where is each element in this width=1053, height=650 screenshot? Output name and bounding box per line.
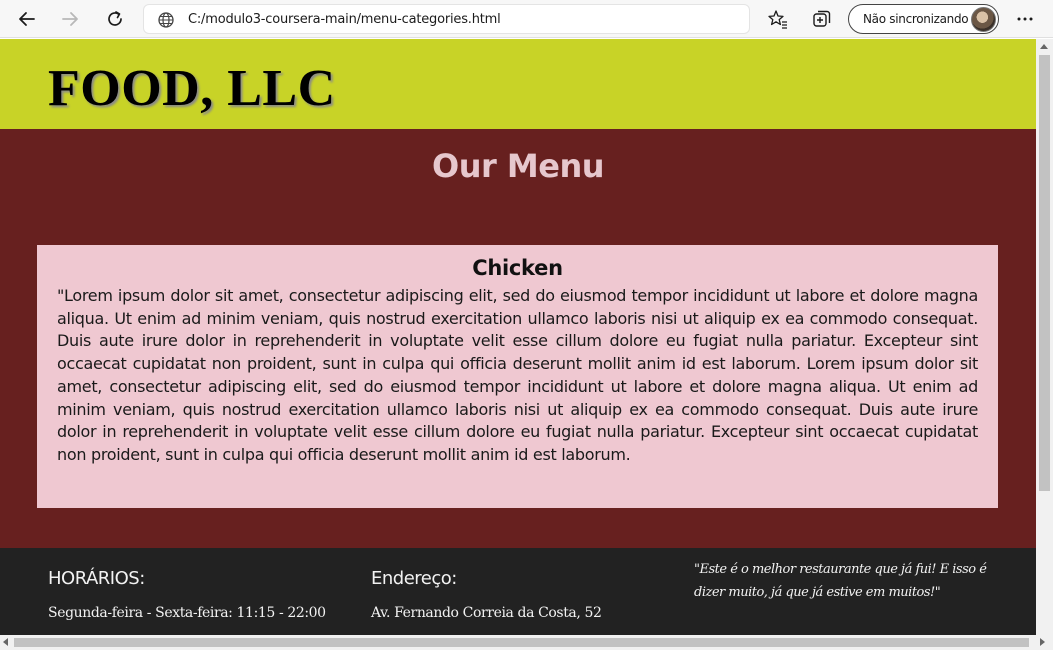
browser-toolbar: C:/modulo3-coursera-main/menu-categories… xyxy=(0,0,1053,38)
site-header: FOOD, LLC xyxy=(0,39,1036,129)
scroll-left-arrow-icon[interactable] xyxy=(3,638,8,646)
sync-status-label: Não sincronizando xyxy=(863,12,969,26)
refresh-button[interactable] xyxy=(101,5,129,33)
scroll-up-arrow-icon[interactable] xyxy=(1040,44,1048,49)
site-footer: HORÁRIOS: Segunda-feira - Sexta-feira: 1… xyxy=(0,548,1036,635)
vertical-scroll-thumb[interactable] xyxy=(1039,55,1050,491)
avatar xyxy=(971,7,996,32)
page-title: Our Menu xyxy=(431,147,605,185)
more-dots-icon[interactable] xyxy=(1014,8,1036,30)
forward-arrow-icon xyxy=(62,12,78,26)
back-button[interactable] xyxy=(13,5,41,33)
vertical-scrollbar[interactable] xyxy=(1036,39,1053,635)
page-viewport: FOOD, LLC Our Menu Chicken "Lorem ipsum … xyxy=(0,39,1036,635)
hours-text: Segunda-feira - Sexta-feira: 11:15 - 22:… xyxy=(48,605,326,621)
menu-category-card: Chicken "Lorem ipsum dolor sit amet, con… xyxy=(37,245,998,508)
address-text: Av. Fernando Correia da Costa, 52 xyxy=(371,605,602,621)
category-description: "Lorem ipsum dolor sit amet, consectetur… xyxy=(57,286,978,464)
horizontal-scroll-thumb[interactable] xyxy=(14,638,1029,647)
back-arrow-icon xyxy=(19,12,35,26)
refresh-icon xyxy=(108,11,122,26)
scroll-right-arrow-icon[interactable] xyxy=(1040,638,1045,646)
horizontal-scrollbar[interactable] xyxy=(0,635,1053,650)
address-heading: Endereço: xyxy=(371,568,457,589)
testimonial-quote: "Este é o melhor restaurante que já fui!… xyxy=(694,562,987,600)
brand-logo-text[interactable]: FOOD, LLC xyxy=(48,59,336,119)
collections-icon[interactable] xyxy=(811,8,833,30)
hours-heading: HORÁRIOS: xyxy=(48,568,145,589)
forward-button[interactable] xyxy=(56,5,84,33)
url-text[interactable]: C:/modulo3-coursera-main/menu-categories… xyxy=(188,12,501,27)
address-bar[interactable]: C:/modulo3-coursera-main/menu-categories… xyxy=(143,4,750,34)
favorites-star-icon[interactable] xyxy=(767,8,789,30)
profile-sync-button[interactable]: Não sincronizando xyxy=(848,4,999,34)
category-title: Chicken xyxy=(472,256,563,280)
globe-icon[interactable] xyxy=(157,11,175,29)
